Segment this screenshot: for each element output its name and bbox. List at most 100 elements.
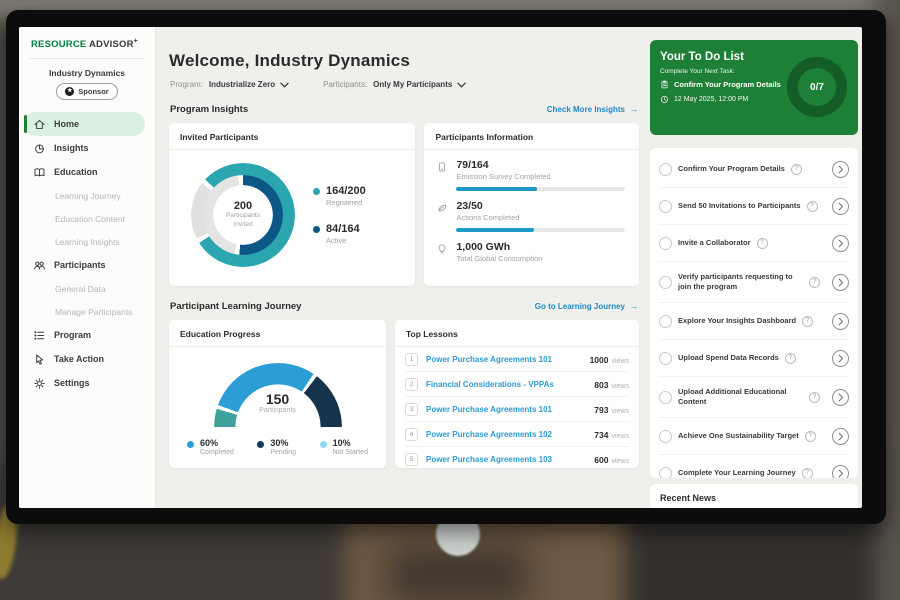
task-checkbox[interactable]: [659, 352, 672, 365]
task-checkbox[interactable]: [659, 276, 672, 289]
progress-bar: [456, 187, 625, 191]
sidebar-item-icon: [33, 377, 46, 390]
sidebar-item[interactable]: Settings: [19, 371, 155, 395]
sidebar-item[interactable]: Home: [24, 112, 145, 136]
todo-task-row[interactable]: Complete Your Learning Journey ?: [659, 455, 849, 478]
help-icon[interactable]: ?: [791, 164, 802, 175]
sidebar-item[interactable]: Learning Journey: [19, 184, 155, 207]
sidebar-item[interactable]: Take Action: [19, 347, 155, 371]
task-checkbox[interactable]: [659, 467, 672, 479]
sidebar-item[interactable]: General Data: [19, 277, 155, 300]
lesson-rank: 4: [405, 428, 418, 441]
todo-task-row[interactable]: Invite a Collaborator ?: [659, 225, 849, 262]
donut-center-value: 200: [234, 200, 252, 212]
lesson-link[interactable]: Financial Considerations - VPPAs: [426, 380, 586, 389]
logo-resource: RESOURCE: [31, 39, 86, 50]
stat-icon: [436, 161, 448, 173]
lesson-rank: 5: [405, 453, 418, 466]
todo-task-row[interactable]: Upload Spend Data Records ?: [659, 340, 849, 377]
sidebar-item[interactable]: Participants: [19, 253, 155, 277]
task-go-button[interactable]: [832, 428, 849, 445]
task-label: Confirm Your Program Details: [678, 164, 785, 175]
lesson-link[interactable]: Power Purchase Agreements 101: [426, 405, 586, 414]
help-icon[interactable]: ?: [805, 431, 816, 442]
task-go-button[interactable]: [832, 313, 849, 330]
sidebar-item-icon: [33, 142, 46, 155]
participants-filter-label: Participants:: [323, 80, 367, 89]
sponsor-badge-icon: ★: [65, 87, 74, 96]
organization-name: Industry Dynamics: [19, 68, 155, 78]
chevron-right-icon: [838, 165, 844, 174]
app-logo: RESOURCE ADVISOR+: [19, 27, 155, 58]
sidebar-item[interactable]: Insights: [19, 136, 155, 160]
sidebar-item[interactable]: Education Content: [19, 207, 155, 230]
sidebar-item-label: Education: [54, 167, 98, 177]
task-checkbox[interactable]: [659, 391, 672, 404]
task-checkbox[interactable]: [659, 430, 672, 443]
task-checkbox[interactable]: [659, 200, 672, 213]
lesson-rank: 1: [405, 353, 418, 366]
program-select[interactable]: Industrialize Zero: [209, 80, 289, 89]
task-checkbox[interactable]: [659, 163, 672, 176]
task-go-button[interactable]: [832, 235, 849, 252]
lesson-link[interactable]: Power Purchase Agreements 102: [426, 430, 586, 439]
task-checkbox[interactable]: [659, 237, 672, 250]
task-go-button[interactable]: [832, 350, 849, 367]
participants-select[interactable]: Only My Participants: [373, 80, 466, 89]
todo-task-list: Confirm Your Program Details ? Send 50: [650, 148, 858, 478]
check-more-insights-link[interactable]: Check More Insights →: [547, 105, 638, 114]
todo-task-row[interactable]: Explore Your Insights Dashboard ?: [659, 303, 849, 340]
program-select-value: Industrialize Zero: [209, 80, 275, 89]
lesson-row: 1 Power Purchase Agreements 101 1000view…: [405, 347, 629, 372]
go-to-learning-journey-link[interactable]: Go to Learning Journey →: [535, 302, 638, 311]
help-icon[interactable]: ?: [802, 468, 813, 479]
help-icon[interactable]: ?: [809, 277, 820, 288]
task-checkbox[interactable]: [659, 315, 672, 328]
help-icon[interactable]: ?: [809, 392, 820, 403]
sidebar-item[interactable]: Manage Participants: [19, 300, 155, 323]
todo-summary-card: Your To Do List Complete Your Next Task:…: [650, 40, 858, 135]
sponsor-badge[interactable]: ★ Sponsor: [56, 83, 118, 100]
section-title-learning-journey: Participant Learning Journey: [170, 301, 301, 312]
lesson-views-count: 1000: [590, 355, 609, 365]
task-go-button[interactable]: [832, 465, 849, 479]
stat-row: 1,000 GWh Total Global Consumption: [424, 232, 639, 263]
todo-task-row[interactable]: Confirm Your Program Details ?: [659, 151, 849, 188]
sidebar-item-label: Home: [54, 119, 79, 129]
sidebar-item-label: Participants: [54, 260, 106, 270]
task-go-button[interactable]: [832, 161, 849, 178]
arrow-right-icon: →: [630, 105, 638, 114]
sidebar-item[interactable]: Education: [19, 160, 155, 184]
chevron-right-icon: [838, 239, 844, 248]
task-label: Upload Additional Educational Content: [678, 387, 803, 408]
help-icon[interactable]: ?: [807, 201, 818, 212]
todo-task-row[interactable]: Achieve One Sustainability Target ?: [659, 418, 849, 455]
help-icon[interactable]: ?: [785, 353, 796, 364]
legend-item: 164/200 Registered: [313, 185, 366, 207]
filter-bar: Program: Industrialize Zero Participants…: [170, 80, 650, 89]
sidebar-item[interactable]: Learning Insights: [19, 230, 155, 253]
arrow-right-icon: →: [630, 302, 638, 311]
task-go-button[interactable]: [832, 198, 849, 215]
invited-participants-card: Invited Participants 200 ParticipantsInv…: [169, 123, 415, 286]
task-go-button[interactable]: [832, 274, 849, 291]
lesson-rank: 2: [405, 378, 418, 391]
sidebar-item-icon: [33, 353, 46, 366]
todo-task-row[interactable]: Upload Additional Educational Content ?: [659, 377, 849, 418]
clipboard-icon: [660, 80, 669, 89]
card-title: Top Lessons: [395, 320, 639, 347]
sponsor-badge-label: Sponsor: [78, 87, 108, 96]
task-go-button[interactable]: [832, 389, 849, 406]
help-icon[interactable]: ?: [802, 316, 813, 327]
lesson-link[interactable]: Power Purchase Agreements 101: [426, 355, 582, 364]
progress-bar: [456, 228, 625, 232]
lesson-views-word: views: [611, 433, 629, 440]
help-icon[interactable]: ?: [757, 238, 768, 249]
chevron-right-icon: [838, 278, 844, 287]
todo-task-row[interactable]: Send 50 Invitations to Participants ?: [659, 188, 849, 225]
card-title: Invited Participants: [169, 123, 415, 150]
todo-task-row[interactable]: Verify participants requesting to join t…: [659, 262, 849, 303]
sidebar-item[interactable]: Program: [19, 323, 155, 347]
education-progress-gauge: 150 Participants: [214, 363, 342, 427]
lesson-link[interactable]: Power Purchase Agreements 103: [426, 455, 586, 464]
